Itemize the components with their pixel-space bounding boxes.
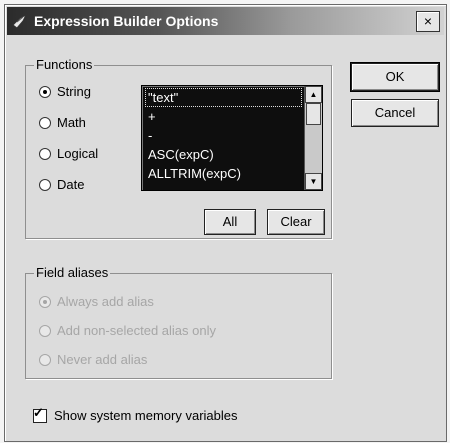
list-item[interactable]: ASC(expC) [145,145,302,164]
window-title: Expression Builder Options [34,13,219,29]
functions-group-label: Functions [34,57,95,72]
radio-string-button[interactable] [39,85,51,98]
list-item[interactable]: - [145,126,302,145]
checkmark-icon: ✓ [33,404,44,420]
radio-always-add-alias[interactable]: Always add alias [39,294,154,309]
radio-add-non-selected-alias[interactable]: Add non-selected alias only [39,323,216,338]
app-icon [12,13,28,29]
functions-listbox[interactable]: "text" + - ASC(expC) ALLTRIM(expC) ▲ ▼ [141,85,323,191]
radio-logical-button[interactable] [39,147,51,160]
radio-logical-label: Logical [57,146,99,161]
radio-add-non-selected-alias-label: Add non-selected alias only [57,323,216,338]
radio-date-label: Date [57,177,85,192]
radio-date-button[interactable] [39,178,51,191]
list-item[interactable]: "text" [145,88,302,107]
expression-builder-options-dialog: Expression Builder Options × Functions S… [4,4,447,442]
cancel-button[interactable]: Cancel [351,99,439,127]
list-scrollbar[interactable]: ▲ ▼ [304,86,322,190]
close-icon: × [423,13,433,29]
radio-string-label: String [57,84,91,99]
radio-logical[interactable]: Logical [39,146,98,161]
radio-always-add-alias-button[interactable] [39,295,51,308]
radio-never-add-alias-button[interactable] [39,353,51,366]
arrow-up-icon: ▲ [309,90,318,99]
scroll-up-button[interactable]: ▲ [305,86,322,103]
clear-button[interactable]: Clear [267,209,325,235]
scroll-down-button[interactable]: ▼ [305,173,322,190]
radio-math-button[interactable] [39,116,51,129]
radio-always-add-alias-label: Always add alias [57,294,154,309]
ok-button[interactable]: OK [350,62,440,92]
radio-math[interactable]: Math [39,115,86,130]
radio-add-non-selected-alias-button[interactable] [39,324,51,337]
all-button[interactable]: All [204,209,256,235]
title-bar[interactable]: Expression Builder Options × [7,7,444,35]
show-system-memory-variables-label: Show system memory variables [54,408,238,423]
radio-date[interactable]: Date [39,177,84,192]
show-system-memory-variables-checkbox[interactable]: ✓ [33,404,47,423]
scroll-thumb[interactable] [306,103,321,125]
radio-never-add-alias-label: Never add alias [57,352,148,367]
list-item[interactable]: ALLTRIM(expC) [145,164,302,183]
radio-math-label: Math [57,115,86,130]
close-button[interactable]: × [416,11,440,32]
list-item[interactable]: + [145,107,302,126]
show-system-memory-variables[interactable]: ✓ Show system memory variables [33,404,238,423]
radio-never-add-alias[interactable]: Never add alias [39,352,147,367]
field-aliases-group-label: Field aliases [34,265,111,280]
radio-string[interactable]: String [39,84,91,99]
arrow-down-icon: ▼ [309,177,318,186]
